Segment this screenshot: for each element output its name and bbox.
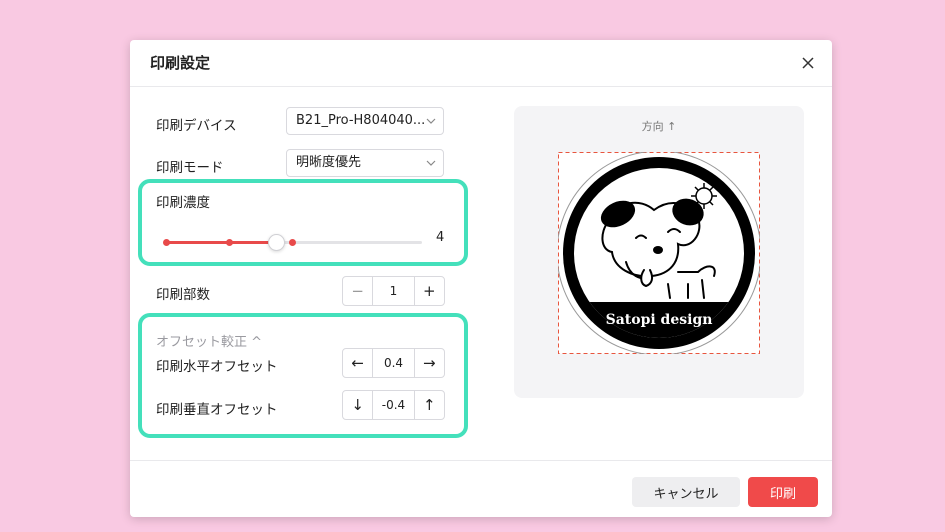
device-label: 印刷デバイス xyxy=(156,118,237,134)
arrow-right-icon[interactable]: → xyxy=(415,349,444,377)
vertical-offset-label: 印刷垂直オフセット xyxy=(156,402,278,418)
dialog-title: 印刷設定 xyxy=(150,54,211,72)
vertical-offset-stepper: ↓ -0.4 ↑ xyxy=(342,390,445,420)
chevron-down-icon xyxy=(426,160,436,166)
arrow-left-icon[interactable]: ← xyxy=(343,349,372,377)
copies-plus-button[interactable]: + xyxy=(415,277,444,305)
horizontal-offset-stepper: ← 0.4 → xyxy=(342,348,445,378)
device-value: B21_Pro-H804040... xyxy=(296,113,424,128)
copies-value[interactable]: 1 xyxy=(372,277,415,305)
arrow-down-icon[interactable]: ↓ xyxy=(343,391,372,419)
slider-step-dot xyxy=(163,239,170,246)
mode-value: 明晰度優先 xyxy=(296,155,362,170)
close-icon xyxy=(802,57,814,69)
mode-select[interactable]: 明晰度優先 xyxy=(286,149,444,177)
vertical-offset-value[interactable]: -0.4 xyxy=(372,391,415,419)
mode-label: 印刷モード xyxy=(156,160,224,176)
label-text: Satopi design xyxy=(606,312,713,328)
dialog-footer: キャンセル 印刷 xyxy=(130,460,832,518)
copies-stepper: − 1 + xyxy=(342,276,445,306)
slider-thumb[interactable] xyxy=(268,234,285,251)
print-button[interactable]: 印刷 xyxy=(748,477,818,507)
slider-fill xyxy=(166,241,276,244)
device-select[interactable]: B21_Pro-H804040... xyxy=(286,107,444,135)
horizontal-offset-value[interactable]: 0.4 xyxy=(372,349,415,377)
offset-calibration-toggle[interactable]: オフセット較正 ^ xyxy=(156,331,262,350)
slider-step-dot xyxy=(289,239,296,246)
copies-minus-button[interactable]: − xyxy=(343,277,372,305)
density-label: 印刷濃度 xyxy=(156,195,210,211)
slider-step-dot xyxy=(226,239,233,246)
arrow-up-icon[interactable]: ↑ xyxy=(415,391,444,419)
copies-label: 印刷部数 xyxy=(156,287,210,303)
print-preview-panel: 方向 ↑ Satopi design xyxy=(514,106,804,398)
horizontal-offset-label: 印刷水平オフセット xyxy=(156,359,278,375)
chevron-down-icon xyxy=(426,118,436,124)
direction-label: 方向 ↑ xyxy=(641,120,677,133)
label-preview: Satopi design xyxy=(556,150,762,356)
close-button[interactable] xyxy=(798,53,818,73)
cancel-button[interactable]: キャンセル xyxy=(632,477,740,507)
dialog-header: 印刷設定 xyxy=(130,40,832,87)
density-value: 4 xyxy=(436,230,445,245)
density-slider[interactable] xyxy=(163,234,422,251)
print-settings-dialog: 印刷設定 印刷デバイス B21_Pro-H804040... 印刷モード 明晰度… xyxy=(130,40,832,517)
label-preview-image: Satopi design xyxy=(556,150,762,356)
